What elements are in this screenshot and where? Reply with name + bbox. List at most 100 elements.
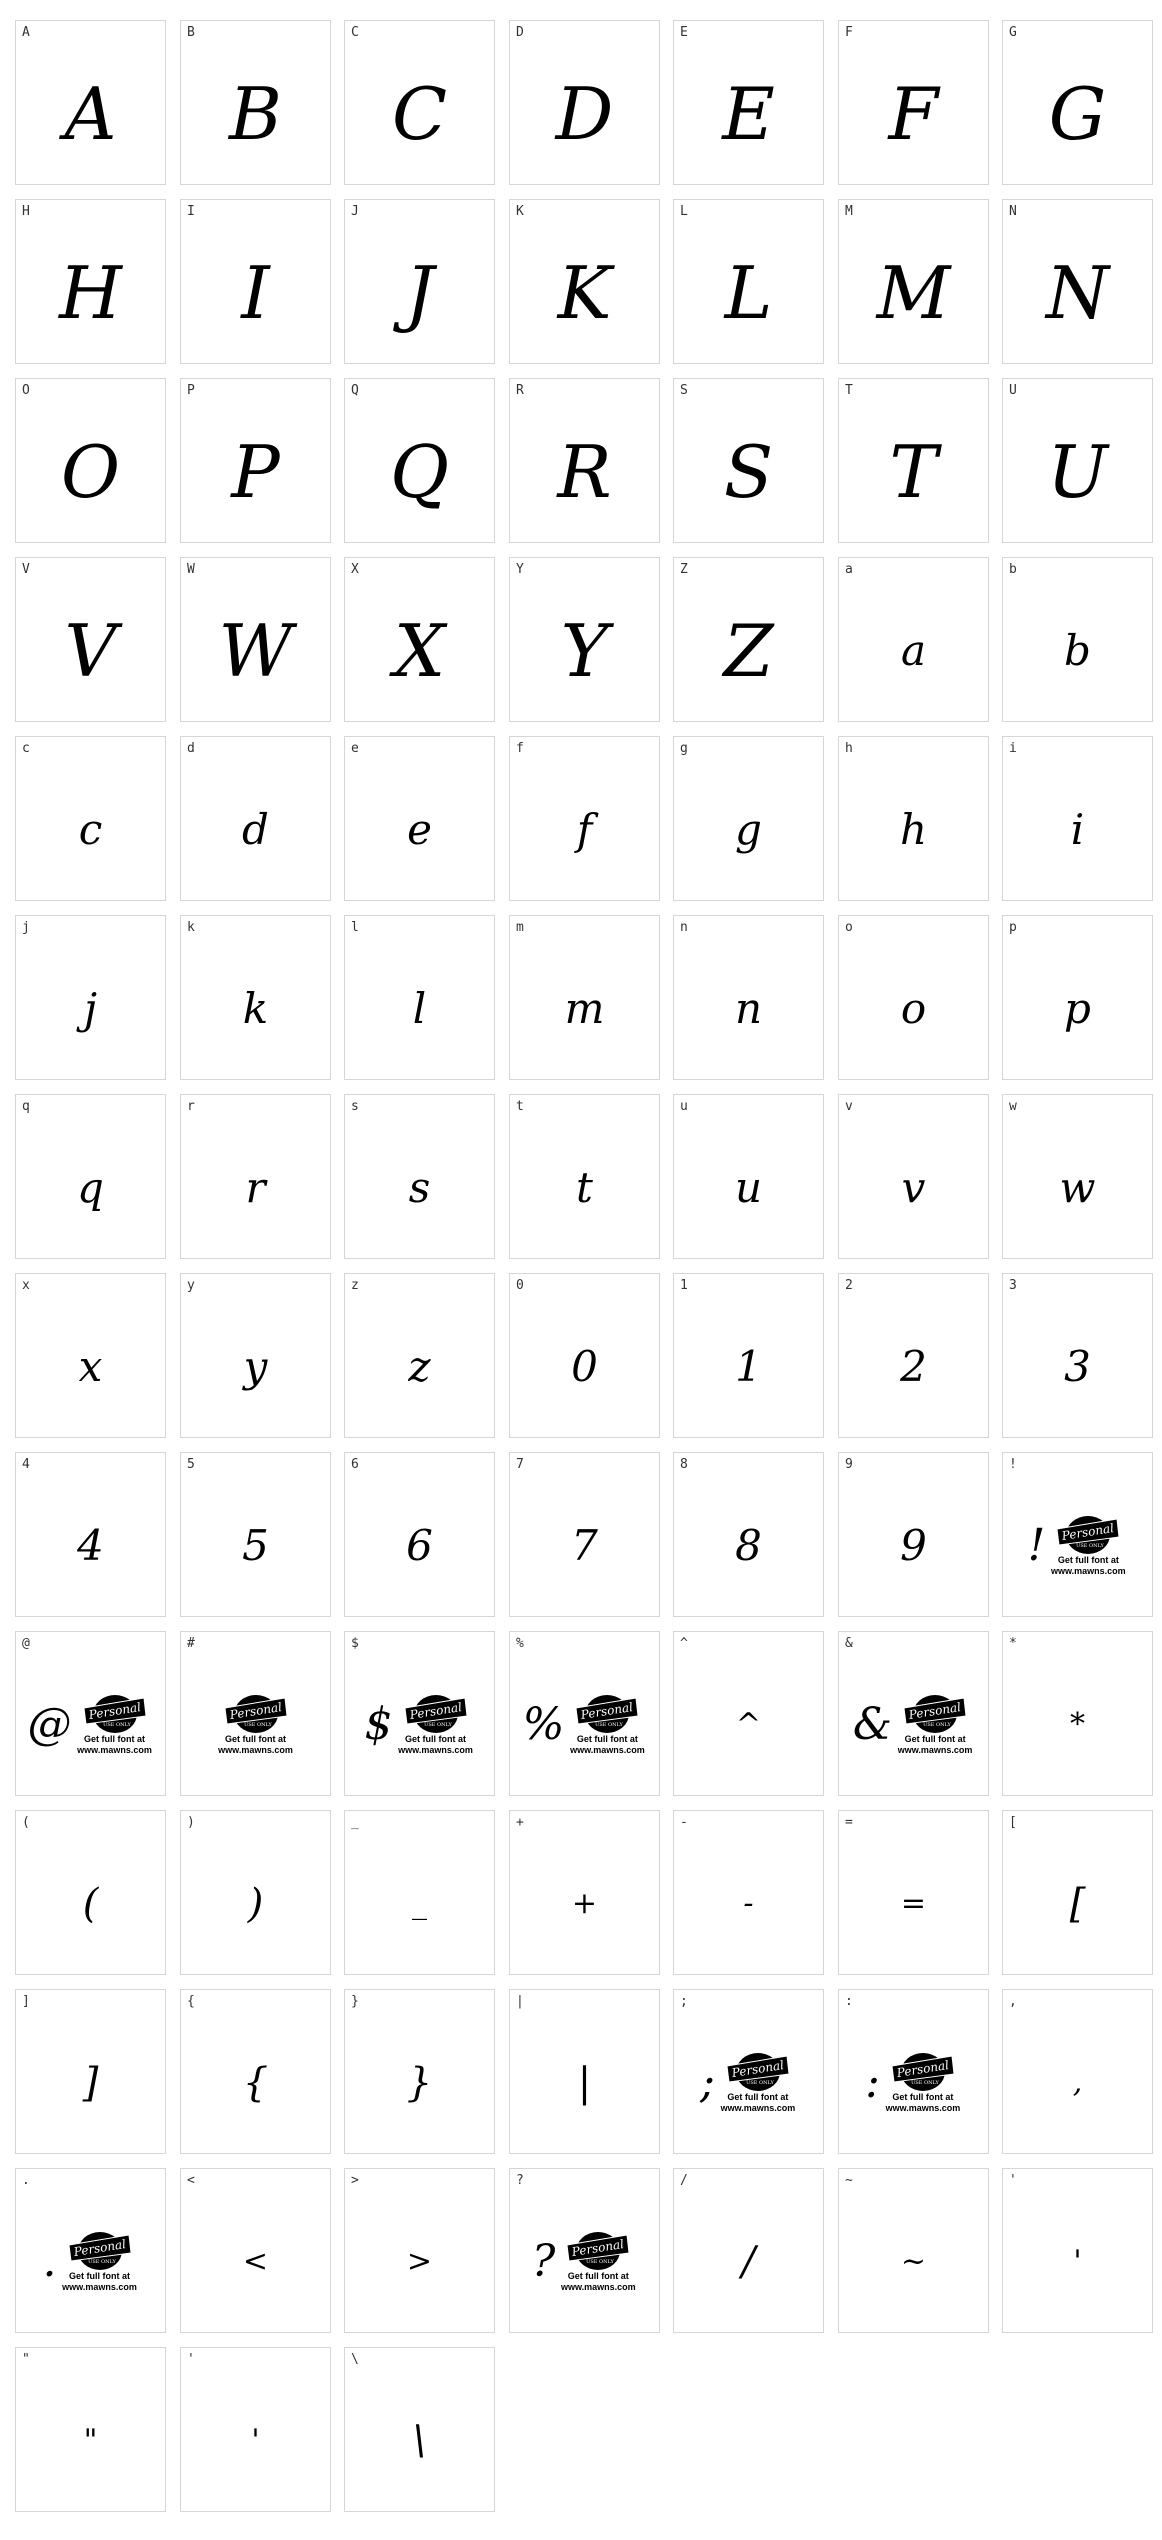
- glyph-preview: L: [724, 250, 773, 335]
- glyph-cell-label: p: [1009, 920, 1017, 935]
- glyph-cell-label: E: [680, 25, 688, 40]
- glyph-preview: s: [408, 1163, 431, 1212]
- glyph-preview: V: [64, 608, 117, 693]
- glyph-cell-label: D: [516, 25, 524, 40]
- glyph-preview: z: [408, 1342, 431, 1391]
- glyph-cell-label: #: [187, 1636, 195, 1651]
- glyph-cell-label: /: [680, 2173, 688, 2188]
- glyph-cell-label: 7: [516, 1457, 524, 1472]
- glyph-cell-label: 5: [187, 1457, 195, 1472]
- glyph-cell: uu: [673, 1094, 824, 1259]
- personal-use-badge: Personal USE ONLY Get full font at www.mawn…: [884, 2052, 962, 2114]
- glyph-cell-label: u: [680, 1099, 688, 1114]
- glyph-cell-label: y: [187, 1278, 195, 1293]
- glyph-preview: W: [218, 608, 293, 693]
- glyph-preview: E: [722, 71, 775, 156]
- glyph-cell: EE: [673, 20, 824, 185]
- glyph-cell-label: M: [845, 204, 853, 219]
- glyph-preview: 0: [571, 1342, 598, 1391]
- glyph-cell: CC: [344, 20, 495, 185]
- glyph-cell-label: %: [516, 1636, 524, 1651]
- glyph-cell: ?? Personal USE ONLY Get full font at www.ma…: [509, 2168, 660, 2333]
- glyph-cell: hh: [838, 736, 989, 901]
- glyph-cell-label: a: [845, 562, 853, 577]
- glyph-preview: J: [405, 250, 434, 335]
- glyph-cell: MM: [838, 199, 989, 364]
- glyph-cell: DD: [509, 20, 660, 185]
- glyph-preview: f: [576, 805, 593, 854]
- glyph-preview: K: [557, 250, 612, 335]
- glyph-cell: zz: [344, 1273, 495, 1438]
- glyph-preview: ~: [900, 2244, 927, 2279]
- glyph-cell: WW: [180, 557, 331, 722]
- badge-subtitle: USE ONLY: [746, 2080, 774, 2086]
- badge-subtitle: USE ONLY: [103, 1722, 131, 1728]
- personal-use-seal-icon: PersonalUSE ONLY: [891, 2052, 955, 2091]
- glyph-preview: ): [247, 1880, 264, 1927]
- personal-use-badge: Personal USE ONLY Get full font at www.mawn…: [76, 1694, 154, 1756]
- glyph-cell-label: $: [351, 1636, 359, 1651]
- glyph-cell-label: ,: [1009, 1994, 1017, 2009]
- glyph-cell: GG: [1002, 20, 1153, 185]
- glyph-preview: +: [571, 1886, 598, 1921]
- glyph-cell-label: v: [845, 1099, 853, 1114]
- glyph-cell-label: B: [187, 25, 195, 40]
- badge-line2: www.mawns.com: [570, 1744, 645, 1755]
- glyph-cell-label: W: [187, 562, 195, 577]
- glyph-preview: 6: [406, 1521, 433, 1570]
- glyph-preview: H: [59, 250, 122, 335]
- glyph-cell-label: _: [351, 1815, 359, 1830]
- glyph-preview: %: [522, 1699, 565, 1750]
- badge-line1: Get full font at: [84, 1733, 145, 1744]
- badge-line1: Get full font at: [727, 2091, 789, 2102]
- glyph-cell-label: Y: [516, 562, 524, 577]
- glyph-preview: 2: [900, 1342, 927, 1391]
- glyph-cell-label: }: [351, 1994, 359, 2009]
- personal-use-seal-icon: PersonalUSE ONLY: [575, 1694, 639, 1733]
- badge-subtitle: USE ONLY: [923, 1722, 951, 1728]
- glyph-cell-label: :: [845, 1994, 853, 2009]
- glyph-cell-label: *: [1009, 1636, 1017, 1651]
- badge-subtitle: USE ONLY: [911, 2080, 939, 2086]
- glyph-cell: + +: [509, 1810, 660, 1975]
- glyph-preview: 4: [77, 1521, 104, 1570]
- glyph-preview: 7: [571, 1521, 598, 1570]
- glyph-grid: AABBCCDDEEFFGGHHIIJJKKLLMMNNOOPPQQRRSSTT…: [0, 0, 1162, 2540]
- glyph-cell-label: r: [187, 1099, 195, 1114]
- glyph-cell: xx: [15, 1273, 166, 1438]
- glyph-preview: T: [889, 429, 938, 514]
- glyph-with-badge: Personal USE ONLY Get full font at www.mawn…: [181, 1654, 330, 1795]
- glyph-cell: [[: [1002, 1810, 1153, 1975]
- glyph-cell: {{: [180, 1989, 331, 2154]
- glyph-cell: LL: [673, 199, 824, 364]
- badge-subtitle: USE ONLY: [586, 2259, 614, 2265]
- glyph-preview: k: [242, 984, 269, 1033]
- glyph-cell-label: Q: [351, 383, 359, 398]
- glyph-cell-label: l: [351, 920, 359, 935]
- glyph-preview: <: [242, 2244, 269, 2279]
- glyph-preview: O: [60, 429, 121, 514]
- glyph-cell-label: (: [22, 1815, 30, 1830]
- glyph-preview: F: [888, 71, 939, 156]
- glyph-preview: ]: [82, 2059, 99, 2106]
- personal-use-badge: Personal USE ONLY Get full font at www.mawn…: [61, 2231, 139, 2293]
- glyph-cell-label: |: [516, 1994, 524, 2009]
- glyph-cell: aa: [838, 557, 989, 722]
- glyph-with-badge: : Personal USE ONLY Get full font at www.maw…: [839, 2012, 988, 2153]
- glyph-preview: h: [899, 805, 928, 854]
- personal-use-seal-icon: PersonalUSE ONLY: [82, 1694, 147, 1733]
- glyph-cell-label: t: [516, 1099, 524, 1114]
- glyph-preview: .: [42, 2236, 57, 2287]
- glyph-cell-label: n: [680, 920, 688, 935]
- glyph-cell: ,,: [1002, 1989, 1153, 2154]
- glyph-preview: ": [83, 2423, 98, 2458]
- glyph-preview: m: [564, 984, 605, 1033]
- glyph-cell: 33: [1002, 1273, 1153, 1438]
- glyph-preview: /: [741, 2238, 756, 2285]
- badge-line1: Get full font at: [69, 2270, 130, 2281]
- glyph-preview: 8: [735, 1521, 762, 1570]
- glyph-cell-label: 4: [22, 1457, 30, 1472]
- glyph-cell: tt: [509, 1094, 660, 1259]
- glyph-cell: & & Personal USE ONLY Get full font at www.ma…: [838, 1631, 989, 1796]
- glyph-cell-label: f: [516, 741, 524, 756]
